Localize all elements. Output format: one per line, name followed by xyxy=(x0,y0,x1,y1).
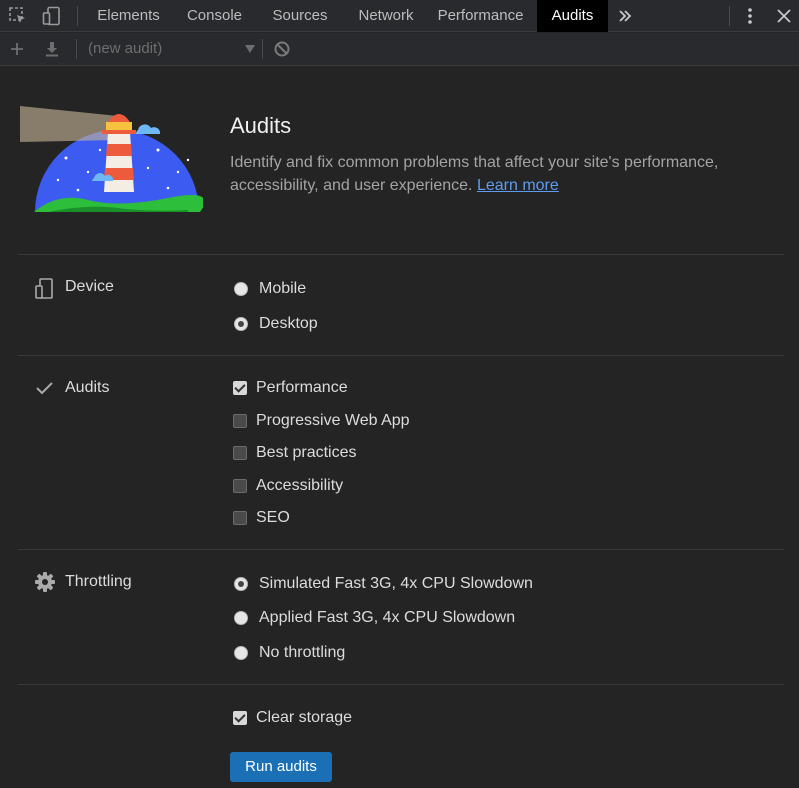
tab-console[interactable]: Console xyxy=(176,0,253,32)
dropdown-arrow-icon[interactable] xyxy=(239,38,261,60)
tab-sources[interactable]: Sources xyxy=(258,0,342,32)
toolbar-separator xyxy=(729,6,730,26)
option-label: Desktop xyxy=(259,315,318,332)
throttling-option-none[interactable]: No throttling xyxy=(234,644,345,662)
option-label: Simulated Fast 3G, 4x CPU Slowdown xyxy=(259,575,533,592)
audit-option-pwa[interactable]: Progressive Web App xyxy=(233,412,410,430)
checkbox-performance[interactable] xyxy=(233,381,247,395)
download-icon[interactable] xyxy=(41,38,63,60)
device-icon xyxy=(33,277,57,301)
audit-option-performance[interactable]: Performance xyxy=(233,379,348,397)
inspect-element-icon[interactable] xyxy=(7,5,29,27)
section-divider xyxy=(18,355,784,356)
checkbox-seo[interactable] xyxy=(233,511,247,525)
checkbox-accessibility[interactable] xyxy=(233,479,247,493)
section-divider xyxy=(18,254,784,255)
section-divider xyxy=(18,549,784,550)
tab-network[interactable]: Network xyxy=(342,0,430,32)
gear-icon xyxy=(33,570,57,594)
option-label: Accessibility xyxy=(256,477,344,494)
radio-desktop[interactable] xyxy=(234,317,248,331)
more-tabs-icon[interactable] xyxy=(614,5,636,27)
tab-elements[interactable]: Elements xyxy=(86,0,171,32)
toolbar-separator xyxy=(76,39,77,59)
device-option-mobile[interactable]: Mobile xyxy=(234,280,306,298)
device-label: Device xyxy=(65,278,114,295)
section-divider xyxy=(18,684,784,685)
clear-icon[interactable] xyxy=(271,38,293,60)
add-icon[interactable] xyxy=(6,38,28,60)
tab-performance[interactable]: Performance xyxy=(430,0,531,32)
toolbar-separator xyxy=(262,39,263,59)
checkbox-pwa[interactable] xyxy=(233,414,247,428)
page-description: Identify and fix common problems that af… xyxy=(230,151,770,197)
audit-option-seo[interactable]: SEO xyxy=(233,509,290,527)
lighthouse-logo xyxy=(18,100,205,215)
option-label: Progressive Web App xyxy=(256,412,410,429)
option-label: No throttling xyxy=(259,644,346,661)
throttling-option-applied[interactable]: Applied Fast 3G, 4x CPU Slowdown xyxy=(234,609,515,627)
device-toggle-icon[interactable] xyxy=(41,5,63,27)
option-label: Best practices xyxy=(256,444,357,461)
audits-toolbar: (new audit) xyxy=(0,33,799,66)
device-option-desktop[interactable]: Desktop xyxy=(234,315,318,333)
run-audits-button[interactable]: Run audits xyxy=(230,752,332,782)
radio-applied[interactable] xyxy=(234,611,248,625)
option-label: Mobile xyxy=(259,280,307,297)
audit-select[interactable]: (new audit) xyxy=(88,40,162,57)
page-title: Audits xyxy=(230,113,292,138)
radio-no-throttling[interactable] xyxy=(234,646,248,660)
option-label: SEO xyxy=(256,509,290,526)
radio-simulated[interactable] xyxy=(234,577,248,591)
learn-more-link[interactable]: Learn more xyxy=(477,177,559,194)
throttling-option-simulated[interactable]: Simulated Fast 3G, 4x CPU Slowdown xyxy=(234,575,533,593)
radio-mobile[interactable] xyxy=(234,282,248,296)
tab-audits[interactable]: Audits xyxy=(537,0,608,32)
close-icon[interactable] xyxy=(773,5,795,27)
checkbox-best-practices[interactable] xyxy=(233,446,247,460)
checkbox-clear-storage[interactable] xyxy=(233,711,247,725)
throttling-label: Throttling xyxy=(65,573,132,590)
audits-label: Audits xyxy=(65,379,110,396)
toolbar-separator xyxy=(77,6,78,26)
option-label: Performance xyxy=(256,379,348,396)
description-text: Identify and fix common problems that af… xyxy=(230,154,719,194)
devtools-tab-bar: Elements Console Sources Network Perform… xyxy=(0,0,799,32)
option-label: Clear storage xyxy=(256,709,353,726)
audit-option-best-practices[interactable]: Best practices xyxy=(233,444,356,462)
kebab-menu-icon[interactable] xyxy=(739,5,761,27)
audit-option-accessibility[interactable]: Accessibility xyxy=(233,477,343,495)
option-label: Applied Fast 3G, 4x CPU Slowdown xyxy=(259,609,516,626)
clear-storage-option[interactable]: Clear storage xyxy=(233,709,352,727)
check-icon xyxy=(33,376,57,400)
